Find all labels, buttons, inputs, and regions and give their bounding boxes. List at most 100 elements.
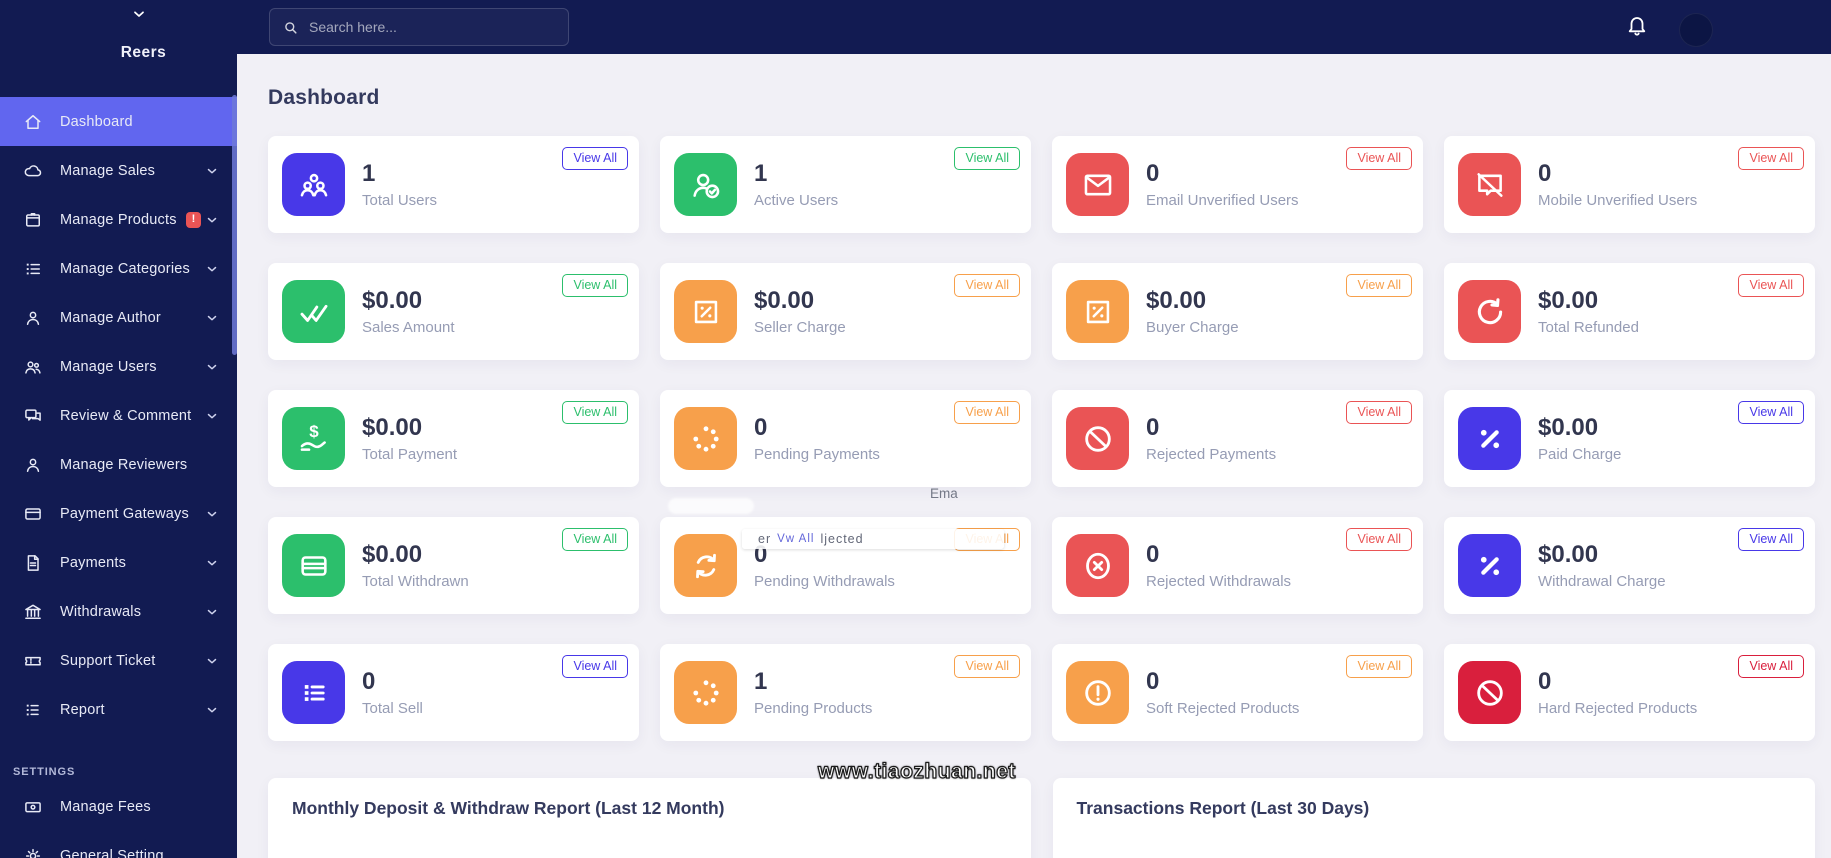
stat-value: 0 xyxy=(754,541,768,569)
stat-card-total-users: 1 Total Users View All xyxy=(268,136,639,233)
stat-label: Email Unverified Users xyxy=(1146,191,1299,209)
sidebar-item-manage-fees[interactable]: Manage Fees xyxy=(0,782,237,831)
view-all-button-total-payment[interactable]: View All xyxy=(562,401,628,424)
ban-icon xyxy=(1066,407,1129,470)
stat-card-body: 0 Pending Payments xyxy=(754,414,880,463)
view-all-button-buyer-charge[interactable]: View All xyxy=(1346,274,1412,297)
search-input[interactable] xyxy=(309,19,556,35)
stat-label: Buyer Charge xyxy=(1146,318,1239,336)
view-all-button-email-unverified-users[interactable]: View All xyxy=(1346,147,1412,170)
spinner-dots-icon xyxy=(674,661,737,724)
view-all-button-pending-payments[interactable]: View All xyxy=(954,401,1020,424)
check-double-icon xyxy=(282,280,345,343)
credit-card-icon xyxy=(23,504,43,524)
stat-label: Total Payment xyxy=(362,445,458,463)
chevron-down-icon xyxy=(205,507,219,526)
stat-card-body: 0 Mobile Unverified Users xyxy=(1538,160,1697,209)
sidebar-item-label: Manage Categories xyxy=(60,260,190,277)
stat-label: Withdrawal Charge xyxy=(1538,572,1666,590)
ticket-icon xyxy=(23,651,43,671)
list-icon xyxy=(23,259,43,279)
chevron-down-icon xyxy=(205,654,219,673)
sidebar-item-manage-products[interactable]: Manage Products! xyxy=(0,195,237,244)
view-all-button-total-users[interactable]: View All xyxy=(562,147,628,170)
view-all-button-total-refunded[interactable]: View All xyxy=(1738,274,1804,297)
file-icon xyxy=(23,553,43,573)
view-all-button-sales-amount[interactable]: View All xyxy=(562,274,628,297)
sidebar-item-manage-author[interactable]: Manage Author xyxy=(0,293,237,342)
chat-slash-icon xyxy=(1458,153,1521,216)
sidebar-item-manage-categories[interactable]: Manage Categories xyxy=(0,244,237,293)
view-all-button-soft-rejected-products[interactable]: View All xyxy=(1346,655,1412,678)
view-all-button-active-users[interactable]: View All xyxy=(954,147,1020,170)
sidebar-item-label: Report xyxy=(60,701,105,718)
view-all-button-pending-products[interactable]: View All xyxy=(954,655,1020,678)
view-all-button-seller-charge[interactable]: View All xyxy=(954,274,1020,297)
stat-label: Paid Charge xyxy=(1538,445,1622,463)
chevron-down-icon xyxy=(205,164,219,183)
stat-label: Pending Products xyxy=(754,699,873,717)
stat-card-sales-amount: $0.00 Sales Amount View All xyxy=(268,263,639,360)
stat-card-body: $0.00 Seller Charge xyxy=(754,287,846,336)
main-content: Dashboard 1 Total Users View All 1 Active Us… xyxy=(237,54,1831,858)
user-icon xyxy=(23,455,43,475)
stat-label: Mobile Unverified Users xyxy=(1538,191,1698,209)
stat-card-rejected-payments: 0 Rejected Payments View All xyxy=(1052,390,1423,487)
percent-box-icon xyxy=(1066,280,1129,343)
stat-card-buyer-charge: $0.00 Buyer Charge View All xyxy=(1052,263,1423,360)
sidebar-item-general-setting[interactable]: General Setting xyxy=(0,831,237,858)
percent-bold-icon xyxy=(1458,534,1521,597)
stat-label: Seller Charge xyxy=(754,318,846,336)
view-all-button-paid-charge[interactable]: View All xyxy=(1738,401,1804,424)
view-all-button-pending-withdrawals[interactable]: View All xyxy=(954,528,1020,551)
report-panels: Monthly Deposit & Withdraw Report (Last … xyxy=(268,778,1815,858)
warning-circle-icon xyxy=(1066,661,1129,724)
stat-card-total-refunded: $0.00 Total Refunded View All xyxy=(1444,263,1815,360)
sidebar-item-manage-users[interactable]: Manage Users xyxy=(0,342,237,391)
sidebar-scrollbar-thumb[interactable] xyxy=(232,95,237,355)
transactions-report-title: Transactions Report (Last 30 Days) xyxy=(1076,798,1370,818)
sidebar-item-support-ticket[interactable]: Support Ticket xyxy=(0,636,237,685)
stat-value: $0.00 xyxy=(1538,414,1599,442)
stat-card-body: 0 Pending Withdrawals xyxy=(754,541,895,590)
list-box-icon xyxy=(282,661,345,724)
gear-icon xyxy=(23,846,43,858)
sidebar-nav: Dashboard Manage Sales Manage Products! Man… xyxy=(0,93,237,858)
view-all-button-rejected-withdrawals[interactable]: View All xyxy=(1346,528,1412,551)
refresh-icon xyxy=(1458,280,1521,343)
sidebar-item-report[interactable]: Report xyxy=(0,685,237,734)
stat-card-body: $0.00 Withdrawal Charge xyxy=(1538,541,1666,590)
notification-bell-icon[interactable] xyxy=(1625,12,1651,40)
sidebar-item-dashboard[interactable]: Dashboard xyxy=(0,97,237,146)
stat-label: Rejected Payments xyxy=(1146,445,1277,463)
stat-value: 0 xyxy=(1146,414,1160,442)
view-all-button-mobile-unverified-users[interactable]: View All xyxy=(1738,147,1804,170)
stat-card-body: $0.00 Paid Charge xyxy=(1538,414,1621,463)
brand-text: Reers xyxy=(120,44,167,61)
view-all-button-withdrawal-charge[interactable]: View All xyxy=(1738,528,1804,551)
view-all-button-total-withdrawn[interactable]: View All xyxy=(562,528,628,551)
sidebar-item-manage-reviewers[interactable]: Manage Reviewers xyxy=(0,440,237,489)
view-all-button-total-sell[interactable]: View All xyxy=(562,655,628,678)
stat-card-body: 0 Hard Rejected Products xyxy=(1538,668,1697,717)
stat-card-body: $0.00 Total Payment xyxy=(362,414,457,463)
sidebar-item-payments[interactable]: Payments xyxy=(0,538,237,587)
chevron-down-icon xyxy=(205,360,219,379)
sidebar-item-label: Manage Author xyxy=(60,309,161,326)
stat-value: 0 xyxy=(1146,541,1160,569)
sidebar-item-payment-gateways[interactable]: Payment Gateways xyxy=(0,489,237,538)
view-all-button-hard-rejected-products[interactable]: View All xyxy=(1738,655,1804,678)
stat-label: Total Withdrawn xyxy=(362,572,469,590)
sidebar-item-label: Payments xyxy=(60,554,127,571)
sidebar-item-manage-sales[interactable]: Manage Sales xyxy=(0,146,237,195)
stat-value: 0 xyxy=(1538,160,1552,188)
sidebar-item-review-comment[interactable]: Review & Comment xyxy=(0,391,237,440)
spinner-dots-icon xyxy=(674,407,737,470)
sidebar-item-withdrawals[interactable]: Withdrawals xyxy=(0,587,237,636)
wallet-icon xyxy=(282,534,345,597)
user-avatar[interactable] xyxy=(1679,13,1713,47)
brand-chevron-down-icon[interactable] xyxy=(131,6,147,27)
view-all-button-rejected-payments[interactable]: View All xyxy=(1346,401,1412,424)
stat-card-body: 0 Rejected Withdrawals xyxy=(1146,541,1291,590)
stat-card-body: 0 Total Sell xyxy=(362,668,423,717)
